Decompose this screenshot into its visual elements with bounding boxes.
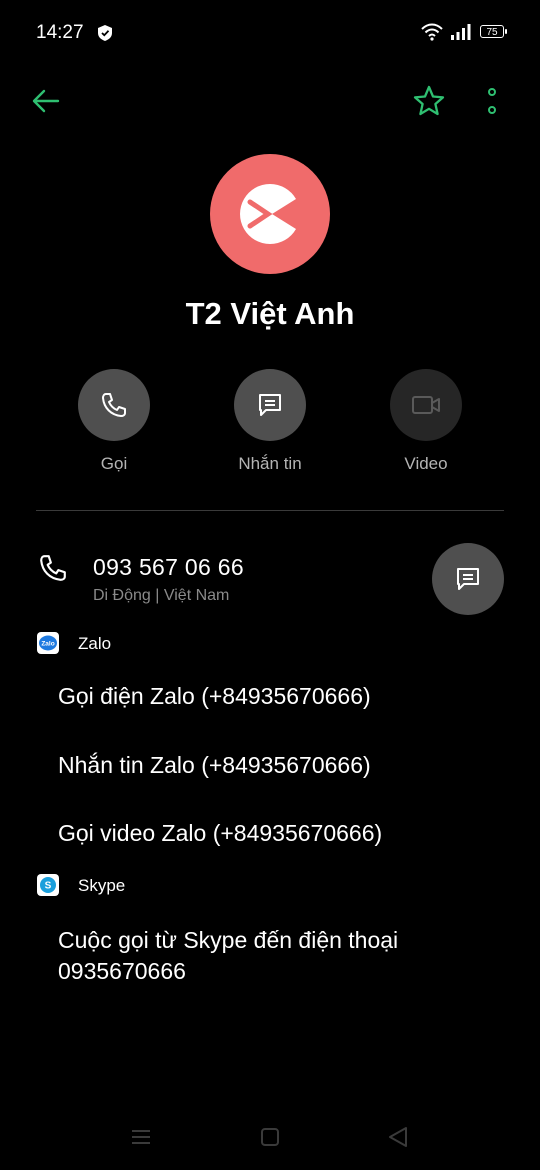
send-sms-button[interactable] (432, 543, 504, 615)
phone-number[interactable]: 093 567 06 66 (93, 554, 244, 581)
zalo-message-action[interactable]: Nhắn tin Zalo (+84935670666) (58, 752, 371, 779)
more-vertical-icon (488, 88, 496, 114)
battery-indicator: 75 (480, 25, 507, 38)
more-options-button[interactable] (480, 86, 504, 116)
zalo-icon: Zalo (37, 632, 59, 654)
wifi-icon (421, 23, 443, 41)
video-label: Video (404, 454, 448, 473)
back-button[interactable] (30, 85, 62, 117)
avatar-logo-icon (240, 184, 296, 244)
call-button[interactable] (78, 369, 150, 441)
zalo-section-title: Zalo (78, 634, 112, 653)
message-icon (457, 568, 479, 590)
signal-icon (451, 24, 471, 40)
status-time: 14:27 (36, 22, 84, 43)
star-icon (413, 85, 445, 116)
call-label: Gọi (100, 454, 128, 473)
skype-icon: S (37, 874, 59, 896)
video-button[interactable] (390, 369, 462, 441)
arrow-left-icon (32, 89, 60, 113)
message-label: Nhắn tin (238, 454, 302, 473)
skype-call-action[interactable]: Cuộc gọi từ Skype đến điện thoại 0935670… (58, 925, 478, 987)
zalo-call-action[interactable]: Gọi điện Zalo (+84935670666) (58, 683, 371, 710)
video-camera-icon (412, 396, 440, 414)
skype-section-title: Skype (78, 876, 126, 895)
nav-back-button[interactable] (387, 1125, 409, 1149)
zalo-icon-text: Zalo (41, 641, 54, 648)
contact-avatar (210, 154, 330, 274)
contact-name: T2 Việt Anh (185, 296, 355, 331)
divider (36, 510, 504, 511)
skype-icon-text: S (45, 881, 52, 892)
recent-apps-button[interactable] (130, 1128, 152, 1146)
message-icon (259, 394, 281, 416)
message-button[interactable] (234, 369, 306, 441)
phone-icon (40, 555, 66, 581)
favorite-button[interactable] (412, 84, 446, 118)
phone-icon (102, 393, 126, 417)
zalo-video-action[interactable]: Gọi video Zalo (+84935670666) (58, 820, 382, 847)
phone-type: Di Động | Việt Nam (93, 587, 230, 604)
home-button[interactable] (260, 1127, 280, 1147)
shield-icon (98, 25, 112, 41)
